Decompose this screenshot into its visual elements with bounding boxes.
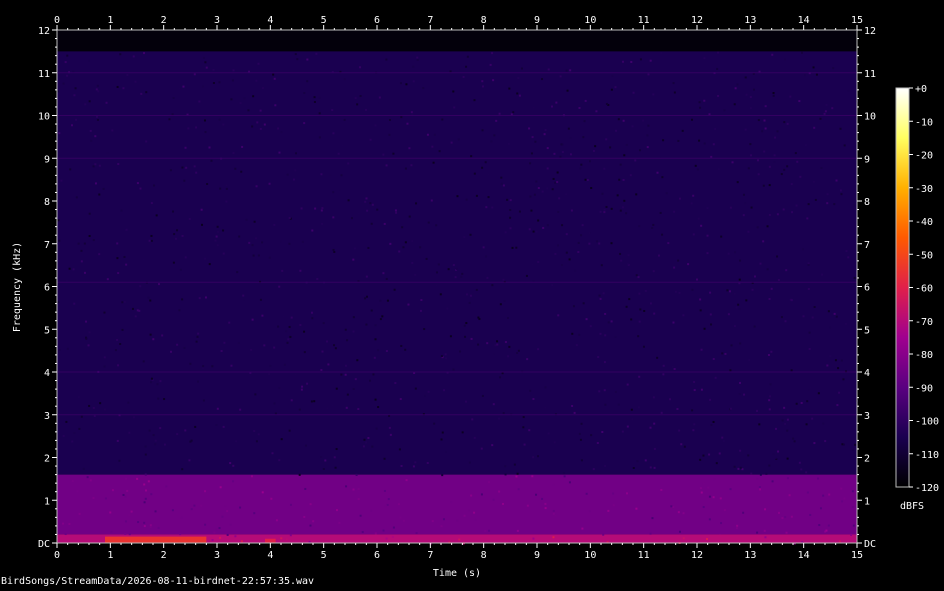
colorbar-tick-label: -100 xyxy=(915,417,939,428)
colorbar-tick-label: -10 xyxy=(915,117,933,128)
colorbar: +0 -10 -20 -30 -40 -50 -60 -70 -80 -90 -100 -110 -12… xyxy=(895,84,939,494)
y-axis-right: DC123456789101112 xyxy=(857,26,876,550)
filename-label: BirdSongs/StreamData/2026-08-11-birdnet-… xyxy=(1,576,315,587)
y-tick-label-right: 6 xyxy=(864,283,870,294)
y-axis-label: Frequency (kHz) xyxy=(12,242,23,332)
y-tick-label: 1 xyxy=(44,496,50,507)
x-tick-label-top: 13 xyxy=(744,15,756,26)
x-tick-label-top: 3 xyxy=(214,15,220,26)
hotspot-1 xyxy=(265,538,276,543)
x-tick-label: 4 xyxy=(267,550,273,561)
x-tick-label-top: 2 xyxy=(161,15,167,26)
x-tick-label-top: 11 xyxy=(638,15,650,26)
colorbar-tick-label: -30 xyxy=(915,184,933,195)
x-tick-label-top: 12 xyxy=(691,15,703,26)
x-tick-label: 14 xyxy=(798,550,810,561)
y-tick-label: 5 xyxy=(44,325,50,336)
colorbar-tick-label: -110 xyxy=(915,450,939,461)
x-tick-label: 15 xyxy=(851,550,863,561)
colorbar-tick-label: -40 xyxy=(915,217,933,228)
y-tick-label-right: 1 xyxy=(864,496,870,507)
x-tick-label: 6 xyxy=(374,550,380,561)
colorbar-label: dBFS xyxy=(900,501,924,512)
x-tick-label: 10 xyxy=(584,550,596,561)
x-tick-label-top: 7 xyxy=(427,15,433,26)
x-tick-label-top: 9 xyxy=(534,15,540,26)
colorbar-tick-label: -50 xyxy=(915,250,933,261)
y-tick-label: 3 xyxy=(44,411,50,422)
x-tick-label: 2 xyxy=(161,550,167,561)
x-tick-label-top: 15 xyxy=(851,15,863,26)
x-axis-label: Time (s) xyxy=(433,568,481,579)
x-tick-label-top: 14 xyxy=(798,15,810,26)
x-tick-label: 12 xyxy=(691,550,703,561)
x-tick-label-top: 6 xyxy=(374,15,380,26)
colorbar-tick-label: +0 xyxy=(915,84,927,95)
x-tick-label: 5 xyxy=(321,550,327,561)
y-tick-label: 9 xyxy=(44,154,50,165)
y-tick-label-right: 5 xyxy=(864,325,870,336)
y-tick-label-right: 10 xyxy=(864,112,876,123)
x-tick-label-top: 8 xyxy=(481,15,487,26)
plot-area xyxy=(56,29,859,545)
y-axis-left: DC123456789101112 xyxy=(38,26,57,550)
x-tick-label: 8 xyxy=(481,550,487,561)
y-tick-label-right: 3 xyxy=(864,411,870,422)
y-tick-label-right: 4 xyxy=(864,368,870,379)
x-tick-label: 0 xyxy=(54,550,60,561)
y-tick-label: 7 xyxy=(44,240,50,251)
x-tick-label-top: 5 xyxy=(321,15,327,26)
y-tick-label: 11 xyxy=(38,69,50,80)
x-tick-label: 9 xyxy=(534,550,540,561)
y-tick-label-right: 2 xyxy=(864,454,870,465)
y-tick-label: DC xyxy=(38,539,50,550)
colorbar-gradient xyxy=(895,87,910,488)
band-0 xyxy=(57,51,857,475)
y-tick-label-right: 9 xyxy=(864,154,870,165)
colorbar-tick-label: -70 xyxy=(915,317,933,328)
x-axis-top: 0 1 2 3 4 5 6 7 8 9 10 11 12 13 14 15 xyxy=(54,15,863,30)
x-tick-label-top: 0 xyxy=(54,15,60,26)
y-tick-label: 2 xyxy=(44,454,50,465)
y-tick-label-right: 12 xyxy=(864,26,876,37)
y-tick-label-right: 11 xyxy=(864,69,876,80)
x-tick-label-top: 1 xyxy=(107,15,113,26)
y-tick-label: 6 xyxy=(44,283,50,294)
x-axis-bottom: 0 1 2 3 4 5 6 7 8 9 10 11 12 13 14 15 xyxy=(54,543,863,561)
colorbar-tick-label: -20 xyxy=(915,151,933,162)
x-tick-label: 1 xyxy=(107,550,113,561)
colorbar-tick-label: -120 xyxy=(915,483,939,494)
x-tick-label-top: 4 xyxy=(267,15,273,26)
y-tick-label-right: 7 xyxy=(864,240,870,251)
y-tick-label: 8 xyxy=(44,197,50,208)
hotspot-0 xyxy=(105,536,207,543)
x-tick-label-top: 10 xyxy=(584,15,596,26)
y-tick-label-right: 8 xyxy=(864,197,870,208)
colorbar-tick-label: -80 xyxy=(915,350,933,361)
x-tick-label: 3 xyxy=(214,550,220,561)
colorbar-tick-label: -90 xyxy=(915,383,933,394)
x-tick-label: 13 xyxy=(744,550,756,561)
spectrogram-chart: 0 1 2 3 4 5 6 7 8 9 10 11 12 13 14 15 0 1 2 3 4 5 6 7 8 9 10 11 12 1… xyxy=(12,15,939,579)
colorbar-tick-label: -60 xyxy=(915,284,933,295)
x-tick-label: 11 xyxy=(638,550,650,561)
x-tick-label: 7 xyxy=(427,550,433,561)
y-tick-label: 4 xyxy=(44,368,50,379)
y-tick-label-right: DC xyxy=(864,539,876,550)
y-tick-label: 12 xyxy=(38,26,50,37)
y-tick-label: 10 xyxy=(38,112,50,123)
